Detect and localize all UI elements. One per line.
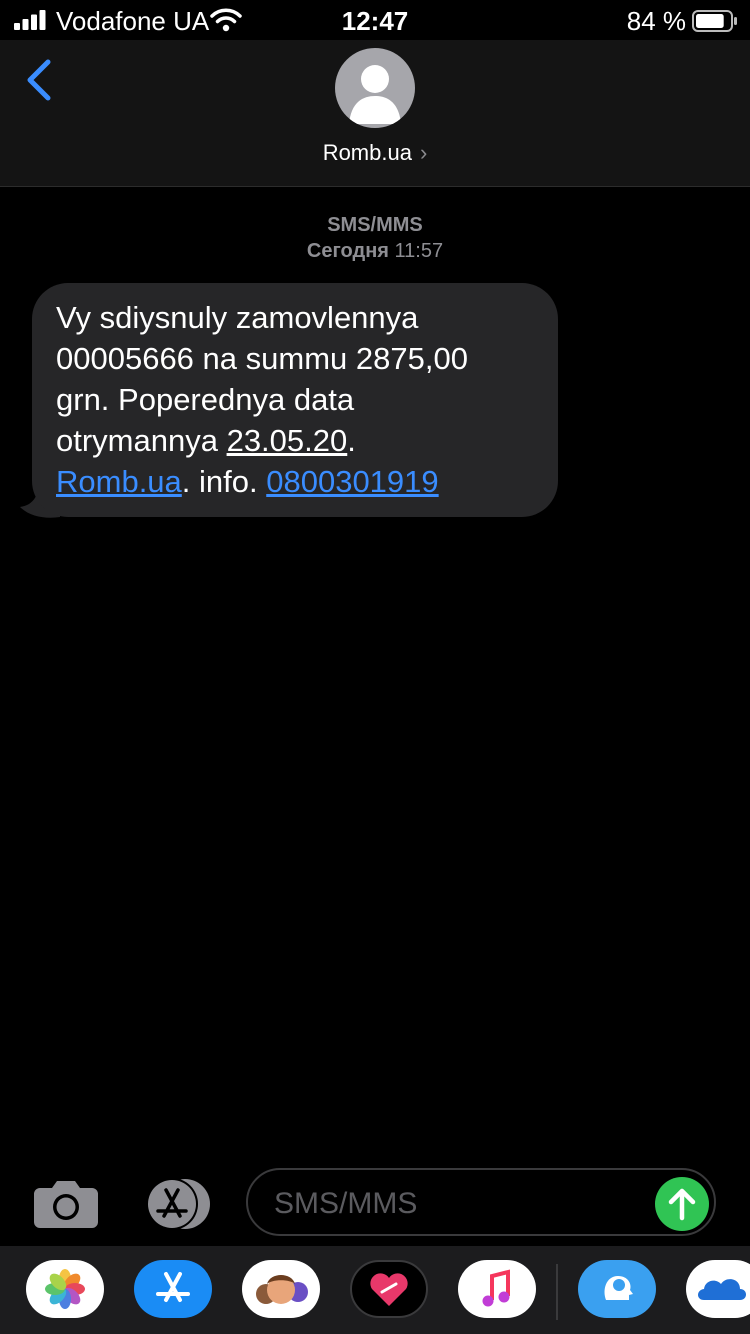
battery-icon — [692, 10, 737, 32]
heart-glyph — [370, 1273, 408, 1306]
message-line: 00005666 na summu 2875,00 — [56, 341, 468, 376]
onedrive-icon[interactable] — [686, 1260, 750, 1318]
battery-percent: 84 % — [626, 6, 686, 36]
memoji-icon[interactable] — [242, 1260, 320, 1318]
message-text-fragment: otrymannya — [56, 423, 227, 458]
message-text: Vy sdiysnuly zamovlennya 00005666 na sum… — [56, 297, 546, 502]
status-bar: Vodafone UA 12:47 84 % — [0, 0, 750, 40]
phone-link[interactable]: 0800301919 — [266, 464, 438, 499]
app-drawer — [0, 1246, 750, 1334]
head-glyph — [604, 1276, 633, 1300]
contact-name-button[interactable]: Romb.ua › — [0, 140, 750, 166]
photos-flower-glyph — [45, 1269, 85, 1309]
photos-icon[interactable] — [26, 1260, 104, 1318]
arrow-up-icon — [668, 1188, 696, 1221]
service-label: SMS/MMS — [327, 214, 423, 236]
message-text-fragment: . info. — [181, 464, 267, 499]
app-store-glyph — [156, 1272, 190, 1302]
app-store-icon[interactable] — [134, 1260, 212, 1318]
send-button[interactable] — [655, 1177, 709, 1231]
music-note-glyph — [482, 1269, 510, 1307]
message-input[interactable]: SMS/MMS — [246, 1168, 716, 1236]
message-line: grn. Poperednya data — [56, 382, 355, 417]
brain-app-icon[interactable] — [578, 1260, 656, 1318]
message-input-placeholder: SMS/MMS — [274, 1187, 418, 1220]
message-line: Romb.ua. info. 0800301919 — [56, 461, 546, 502]
contact-name: Romb.ua — [322, 140, 412, 165]
message-text-fragment: . — [347, 423, 356, 458]
timestamp-time: 11:57 — [394, 240, 444, 262]
app-store-button-icon[interactable] — [140, 1178, 212, 1230]
drawer-separator — [556, 1264, 558, 1320]
person-silhouette-icon — [349, 65, 401, 124]
chevron-right-icon: › — [419, 140, 428, 165]
date-link[interactable]: 23.05.20 — [227, 423, 348, 458]
message-timestamp: Сегодня 11:57 — [0, 240, 750, 263]
memoji-faces-glyph — [256, 1275, 308, 1304]
cloud-glyph — [698, 1279, 746, 1300]
camera-icon[interactable] — [34, 1178, 98, 1228]
conversation-header: Romb.ua › — [0, 40, 750, 187]
website-link[interactable]: Romb.ua — [56, 464, 182, 499]
music-icon[interactable] — [458, 1260, 536, 1318]
contact-avatar[interactable] — [335, 48, 415, 128]
message-line: Vy sdiysnuly zamovlennya — [56, 300, 419, 335]
timestamp-day: Сегодня — [306, 240, 389, 262]
digital-touch-icon[interactable] — [350, 1260, 428, 1318]
message-line: otrymannya 23.05.20. — [56, 420, 546, 461]
back-chevron-icon[interactable] — [20, 56, 60, 104]
